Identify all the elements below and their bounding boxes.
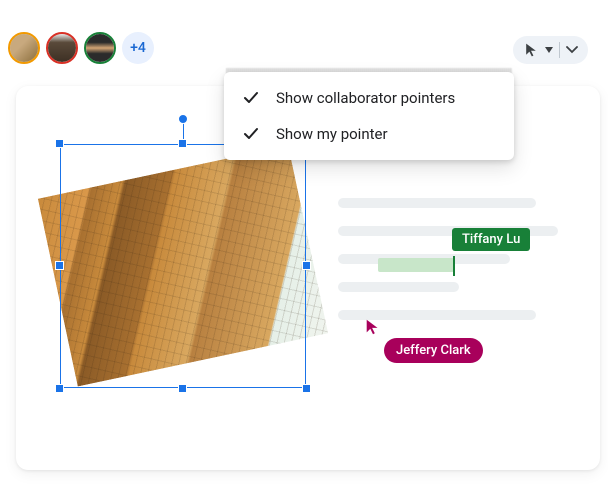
collaborator-selection-highlight [378,258,454,272]
caret-down-icon [545,47,553,53]
pointer-options-menu: Show collaborator pointers Show my point… [224,72,514,160]
selected-image[interactable] [60,144,306,388]
menu-item-label: Show collaborator pointers [276,89,455,107]
collaborator-avatars: +4 [8,32,154,64]
check-icon [242,90,260,106]
resize-handle-tl[interactable] [55,139,64,148]
avatar[interactable] [8,32,40,64]
avatar[interactable] [84,32,116,64]
resize-handle-bm[interactable] [178,384,187,393]
pointer-tool-button[interactable] [513,36,588,64]
chevron-down-icon [566,46,578,54]
menu-item-show-collaborator-pointers[interactable]: Show collaborator pointers [224,80,514,116]
resize-handle-bl[interactable] [55,384,64,393]
resize-handle-tm[interactable] [178,139,187,148]
rotate-handle[interactable] [178,114,188,124]
collaborator-text-cursor [453,256,455,276]
resize-handle-br[interactable] [302,384,311,393]
avatar-overflow-badge[interactable]: +4 [122,32,154,64]
divider [559,42,560,58]
menu-item-label: Show my pointer [276,125,388,143]
collaborator-label-tiffany: Tiffany Lu [452,228,530,251]
collaborator-label-jeffery: Jeffery Clark [384,338,483,363]
collaborator-pointer-jeffery [364,318,382,336]
avatar[interactable] [46,32,78,64]
text-line [338,198,536,208]
resize-handle-mr[interactable] [302,261,311,270]
check-icon [242,126,260,142]
resize-handle-ml[interactable] [55,261,64,270]
text-line [338,282,459,292]
pointer-icon [523,42,539,58]
menu-item-show-my-pointer[interactable]: Show my pointer [224,116,514,152]
selection-box [60,144,306,388]
